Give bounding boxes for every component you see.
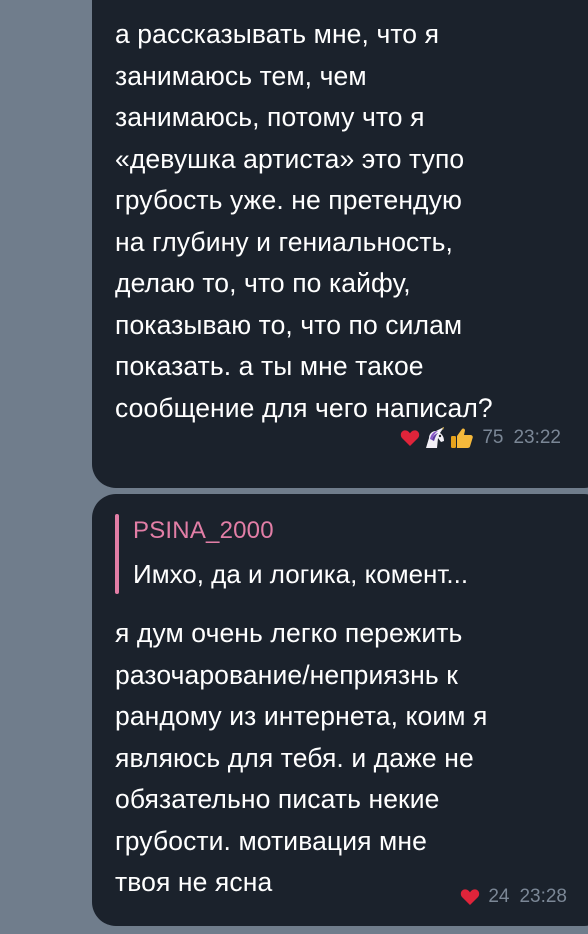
reaction-count: 24 — [488, 886, 510, 907]
message-meta: 24 23:28 — [460, 886, 567, 908]
reactions[interactable] — [460, 888, 480, 906]
message-text: я дум очень легко пережить разочарование… — [115, 618, 488, 897]
reaction-count: 75 — [482, 427, 504, 448]
red-heart-icon — [401, 430, 420, 446]
unicorn-icon — [426, 427, 445, 448]
message-bubble[interactable]: а рассказывать мне, что я занимаюсь тем,… — [92, 0, 588, 488]
reply-snippet: Имхо, да и логика, комент... — [133, 559, 469, 589]
reply-preview[interactable]: PSINA_2000 Имхо, да и логика, комент... — [115, 511, 555, 594]
reply-accent-bar — [115, 514, 119, 594]
message-meta: 75 23:22 — [400, 426, 561, 450]
thumbs-up-icon — [451, 428, 474, 448]
message-bubble[interactable]: PSINA_2000 Имхо, да и логика, комент... … — [92, 494, 588, 926]
red-heart-icon — [461, 889, 480, 905]
message-time: 23:22 — [513, 427, 561, 448]
message-time: 23:28 — [519, 886, 567, 907]
reply-author: PSINA_2000 — [133, 517, 274, 544]
message-text: а рассказывать мне, что я занимаюсь тем,… — [115, 19, 493, 423]
reactions[interactable] — [400, 426, 474, 450]
